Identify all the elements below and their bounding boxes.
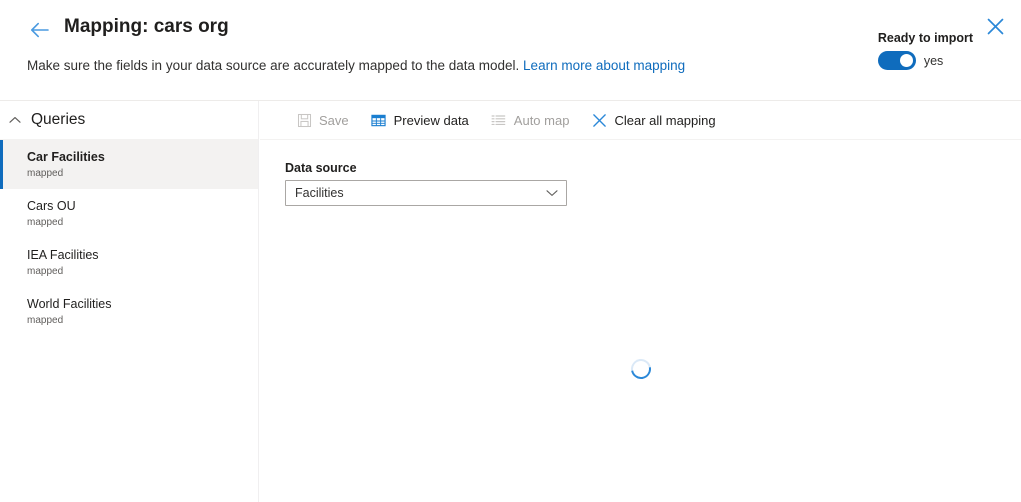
data-source-label: Data source	[285, 161, 357, 175]
data-source-dropdown[interactable]: Facilities	[285, 180, 567, 206]
close-icon[interactable]	[981, 12, 1009, 40]
data-source-value: Facilities	[295, 186, 344, 200]
loading-spinner	[626, 355, 655, 383]
list-item-label: World Facilities	[27, 297, 112, 311]
save-button-label: Save	[319, 112, 349, 128]
learn-more-link[interactable]: Learn more about mapping	[523, 58, 685, 73]
queries-section-title: Queries	[31, 111, 86, 128]
ready-to-import-toggle-row: yes	[877, 51, 973, 70]
loading-area	[260, 236, 1021, 502]
list-item-label: IEA Facilities	[27, 248, 99, 262]
sidebar-item-world-facilities[interactable]: World Facilities mapped	[0, 287, 258, 336]
mapping-page: Mapping: cars org Make sure the fields i…	[0, 0, 1021, 502]
close-x-icon	[591, 112, 607, 128]
mapping-toolbar: Save Preview data Auto map Clear all map…	[260, 101, 1021, 140]
list-item-status: mapped	[27, 315, 64, 326]
page-header: Mapping: cars org Make sure the fields i…	[0, 0, 1021, 101]
subtitle-text: Make sure the fields in your data source…	[27, 58, 520, 73]
chevron-up-icon	[9, 116, 21, 124]
table-icon	[371, 112, 387, 128]
ready-to-import-block: Ready to import yes	[877, 31, 973, 70]
list-item-label: Car Facilities	[27, 150, 105, 164]
save-icon	[296, 112, 312, 128]
save-button[interactable]: Save	[285, 105, 360, 135]
ready-to-import-label: Ready to import	[877, 31, 973, 45]
sidebar-item-cars-ou[interactable]: Cars OU mapped	[0, 189, 258, 238]
page-title: Mapping: cars org	[64, 16, 229, 37]
auto-map-button-label: Auto map	[513, 112, 570, 128]
list-item-status: mapped	[27, 168, 64, 179]
sidebar-item-car-facilities[interactable]: Car Facilities mapped	[0, 140, 258, 189]
data-source-form: Data source Facilities	[260, 140, 1021, 206]
back-arrow-icon[interactable]	[28, 18, 52, 42]
toggle-knob	[899, 54, 913, 67]
list-item-label: Cars OU	[27, 199, 76, 213]
preview-data-button[interactable]: Preview data	[360, 105, 480, 135]
chevron-down-icon	[546, 187, 558, 199]
toggle-state-label: yes	[923, 53, 944, 68]
main-content: Save Preview data Auto map Clear all map…	[260, 101, 1021, 502]
page-subtitle: Make sure the fields in your data source…	[27, 58, 685, 73]
clear-all-mapping-button[interactable]: Clear all mapping	[580, 105, 726, 135]
preview-data-button-label: Preview data	[393, 112, 469, 128]
auto-map-button[interactable]: Auto map	[480, 105, 581, 135]
clear-all-mapping-button-label: Clear all mapping	[614, 112, 716, 128]
list-icon	[491, 112, 507, 128]
ready-to-import-toggle[interactable]	[877, 51, 916, 70]
sidebar-item-iea-facilities[interactable]: IEA Facilities mapped	[0, 238, 258, 287]
queries-sidebar: Queries Car Facilities mapped Cars OU ma…	[0, 101, 259, 502]
list-item-status: mapped	[27, 217, 64, 228]
queries-section-header[interactable]: Queries	[0, 101, 258, 140]
list-item-status: mapped	[27, 266, 64, 277]
